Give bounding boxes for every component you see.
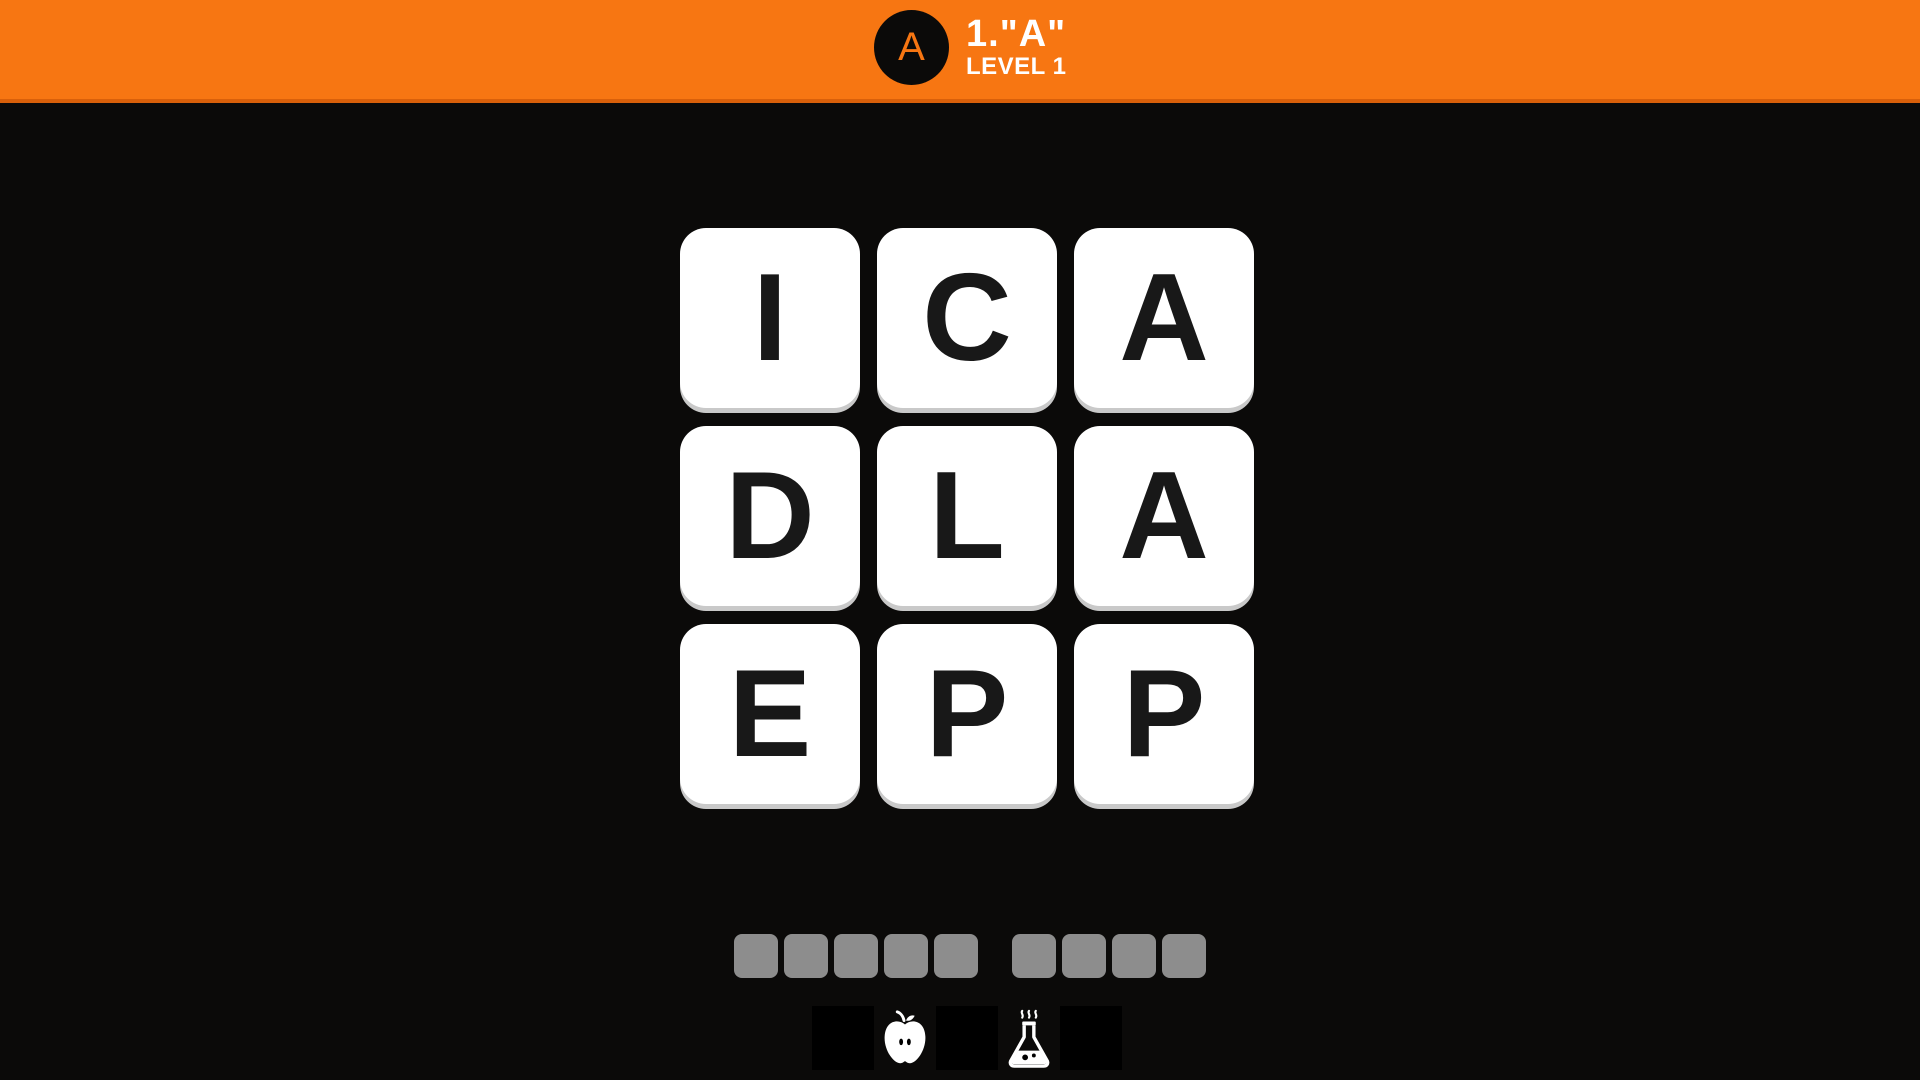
- answer-slot[interactable]: [1162, 934, 1206, 978]
- answer-slot[interactable]: [734, 934, 778, 978]
- hint-flask-button[interactable]: [998, 1006, 1060, 1070]
- letter-tile[interactable]: A: [1074, 426, 1254, 606]
- toolbar-blank-left: [812, 1006, 874, 1070]
- answer-slot[interactable]: [884, 934, 928, 978]
- answer-slot[interactable]: [1062, 934, 1106, 978]
- hint-toolbar: [812, 1006, 1122, 1070]
- letter-tile[interactable]: P: [1074, 624, 1254, 804]
- apple-icon: [884, 1010, 926, 1064]
- top-bar: A 1."A" LEVEL 1: [0, 0, 1920, 103]
- letter-tile[interactable]: D: [680, 426, 860, 606]
- word-gap: [984, 934, 1006, 978]
- letter-tile[interactable]: A: [1074, 228, 1254, 408]
- letter-tile[interactable]: L: [877, 426, 1057, 606]
- level-subtitle: LEVEL 1: [966, 53, 1067, 80]
- toolbar-blank-middle: [936, 1006, 998, 1070]
- flask-icon: [1008, 1009, 1050, 1068]
- answer-slot[interactable]: [834, 934, 878, 978]
- toolbar-blank-right: [1060, 1006, 1122, 1070]
- level-badge: A: [874, 10, 949, 85]
- letter-tile[interactable]: P: [877, 624, 1057, 804]
- letter-tile[interactable]: C: [877, 228, 1057, 408]
- answer-slot[interactable]: [1112, 934, 1156, 978]
- answer-slot[interactable]: [1012, 934, 1056, 978]
- letter-grid: I C A D L A E P P: [680, 228, 1256, 804]
- hint-apple-button[interactable]: [874, 1006, 936, 1070]
- answer-slot[interactable]: [784, 934, 828, 978]
- letter-tile[interactable]: E: [680, 624, 860, 804]
- answer-slot[interactable]: [934, 934, 978, 978]
- level-title: 1."A": [966, 13, 1067, 55]
- letter-tile[interactable]: I: [680, 228, 860, 408]
- answer-slots: [734, 934, 1206, 978]
